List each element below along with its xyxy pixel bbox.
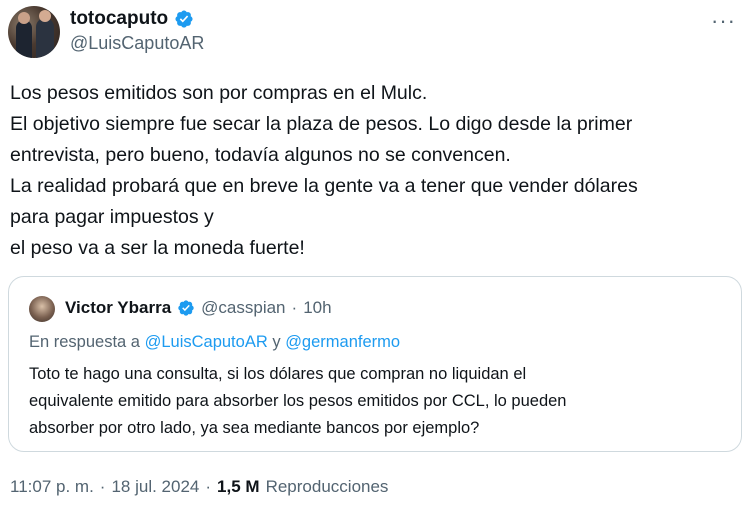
quoted-author-avatar[interactable] <box>29 296 55 322</box>
quoted-line: equivalente emitido para absorber los pe… <box>29 392 567 410</box>
tweet-line: entrevista, pero bueno, todavía algunos … <box>10 144 511 166</box>
verified-badge-icon <box>175 10 193 28</box>
quoted-display-name[interactable]: Victor Ybarra <box>65 298 171 318</box>
avatar-figure <box>18 12 30 24</box>
quoted-line: absorber por otro lado, ya sea mediante … <box>29 419 480 437</box>
quoted-time[interactable]: 10h <box>303 298 331 318</box>
separator-dot: · <box>291 298 298 317</box>
reply-mention-link[interactable]: @LuisCaputoAR <box>145 333 268 351</box>
tweet-line: El objetivo siempre fue secar la plaza d… <box>10 113 633 135</box>
tweet-line: para pagar impuestos y <box>10 206 214 228</box>
tweet-line: Los pesos emitidos son por compras en el… <box>10 82 428 104</box>
tweet-line: La realidad probará que en breve la gent… <box>10 175 638 197</box>
tweet-time[interactable]: 11:07 p. m. <box>10 477 94 497</box>
separator-dot: · <box>205 477 212 496</box>
views-label: Reproducciones <box>265 477 389 496</box>
reply-context: En respuesta a @LuisCaputoAR y @germanfe… <box>29 333 400 352</box>
quoted-tweet-text: Toto te hago una consulta, si los dólare… <box>29 361 729 442</box>
reply-mention-link[interactable]: @germanfermo <box>285 333 400 351</box>
reply-prefix: En respuesta a <box>29 333 140 351</box>
tweet-line: el peso va a ser la moneda fuerte! <box>10 237 305 259</box>
avatar-figure <box>39 10 51 22</box>
tweet-text: Los pesos emitidos son por compras en el… <box>10 78 740 264</box>
quoted-tweet-card[interactable]: Victor Ybarra @casspian · 10h En respues… <box>8 276 742 452</box>
verified-badge-icon <box>178 300 194 316</box>
author-avatar[interactable] <box>8 6 60 58</box>
quoted-author-row: Victor Ybarra @casspian · 10h <box>65 298 332 318</box>
views-count[interactable]: 1,5 M <box>217 477 260 497</box>
quoted-handle[interactable]: @casspian <box>201 298 285 318</box>
tweet-meta: 11:07 p. m. · 18 jul. 2024 · 1,5 M Repro… <box>10 477 388 497</box>
more-options-icon[interactable]: ··· <box>711 10 736 32</box>
author-handle[interactable]: @LuisCaputoAR <box>70 33 204 54</box>
quoted-line: Toto te hago una consulta, si los dólare… <box>29 365 527 383</box>
author-name-row: totocaputo <box>70 8 194 30</box>
author-display-name[interactable]: totocaputo <box>70 8 168 30</box>
separator-dot: · <box>99 477 106 496</box>
reply-conjunction: y <box>272 333 281 351</box>
avatar-figure <box>36 18 54 58</box>
tweet-date[interactable]: 18 jul. 2024 <box>111 477 199 497</box>
avatar-figure <box>16 20 32 58</box>
